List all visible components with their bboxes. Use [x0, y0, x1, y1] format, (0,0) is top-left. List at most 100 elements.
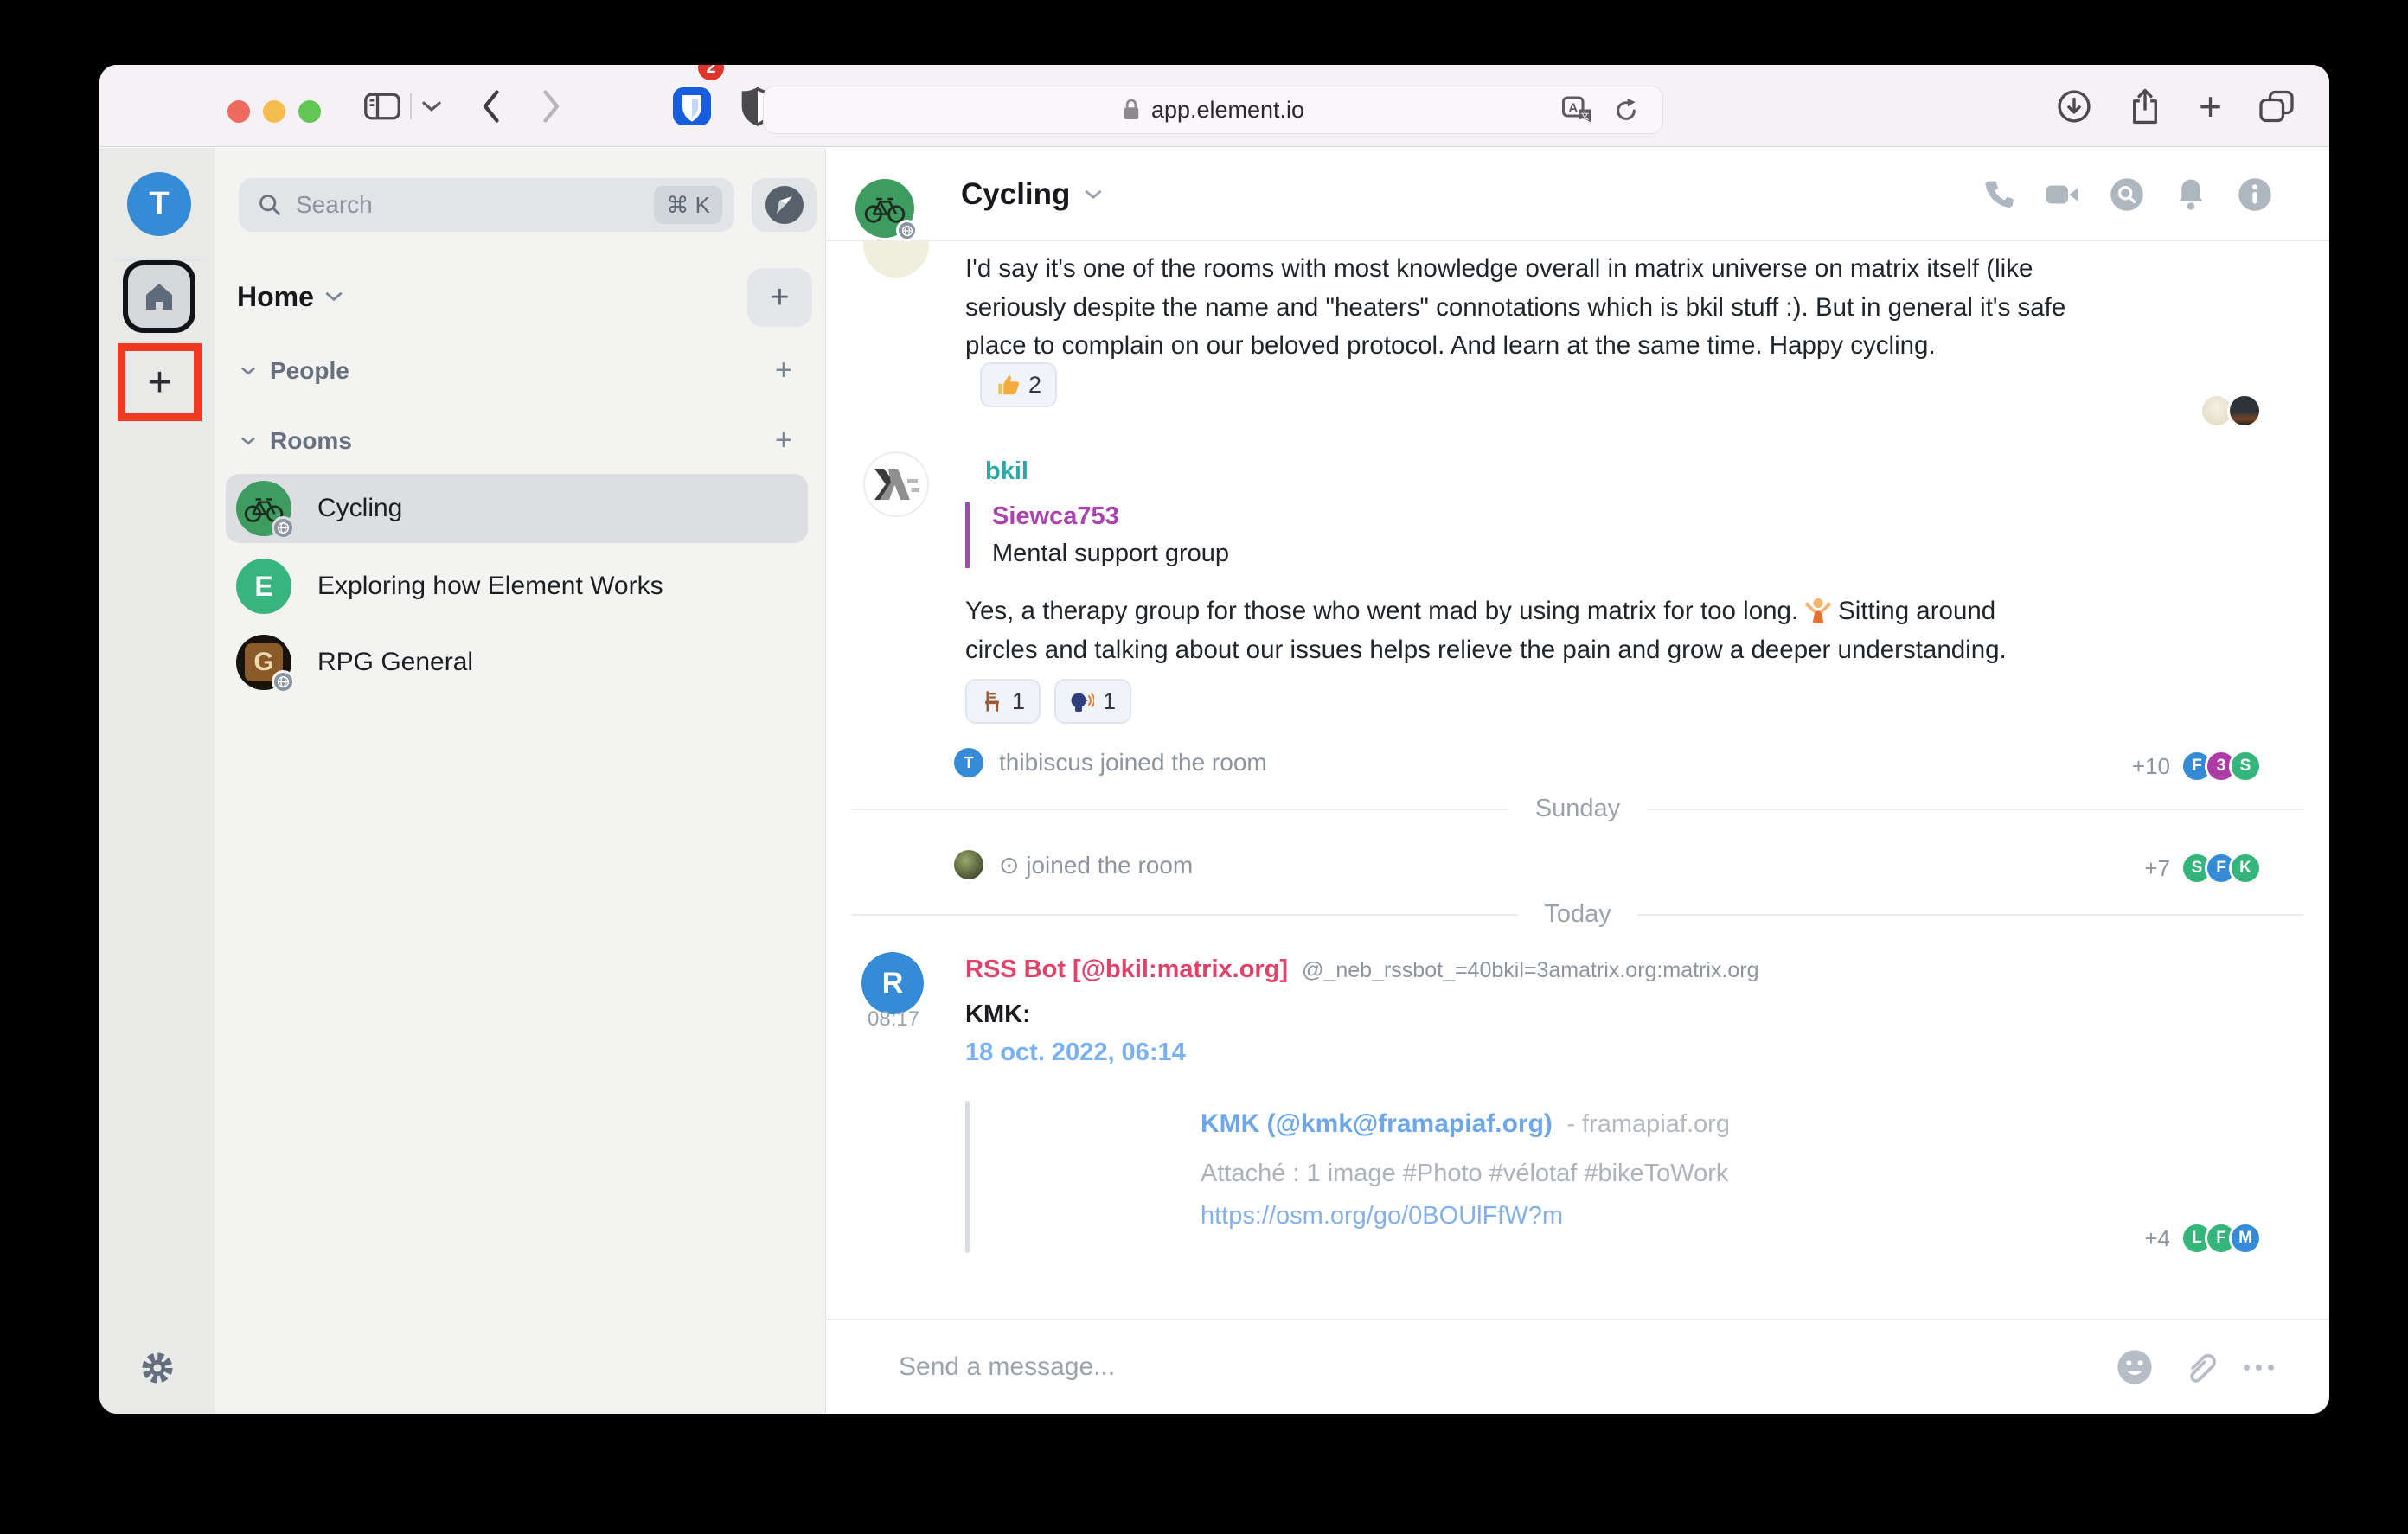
read-receipt-avatar — [2227, 393, 2262, 428]
explore-rooms-button[interactable] — [752, 178, 817, 232]
url-preview-card[interactable]: KMK (@kmk@framapiaf.org) - framapiaf.org… — [965, 1101, 1730, 1253]
chevron-down-icon[interactable] — [324, 291, 343, 303]
chat-panel: Cycling I'd say it's one of the rooms wi… — [826, 148, 2329, 1414]
bitwarden-extension-icon[interactable]: 2 — [670, 65, 714, 147]
room-item-exploring[interactable]: E Exploring how Element Works — [226, 552, 808, 621]
notifications-bell-icon[interactable] — [2172, 176, 2210, 214]
close-window-button[interactable] — [227, 100, 250, 123]
message-sender-avatar[interactable] — [863, 451, 929, 517]
day-divider: Sunday — [852, 795, 2303, 823]
reaction-pill[interactable]: 2 — [980, 362, 1057, 407]
sender-matrix-id: @_neb_rssbot_=40bkil=3amatrix.org:matrix… — [1302, 958, 1758, 983]
room-item-cycling[interactable]: Cycling — [226, 474, 808, 543]
user-avatar[interactable]: T — [127, 172, 191, 236]
extension-badge: 2 — [698, 65, 724, 80]
room-avatar-bicycle — [236, 481, 291, 536]
add-room-header-button[interactable]: + — [747, 268, 812, 327]
search-input[interactable]: Search ⌘ K — [239, 178, 734, 232]
url-bar[interactable]: app.element.io A文 — [763, 86, 1663, 134]
membership-event: ⊙ joined the room — [954, 850, 1193, 879]
message-timeline[interactable]: I'd say it's one of the rooms with most … — [826, 241, 2329, 1319]
room-name: Cycling — [317, 494, 402, 523]
room-name: Exploring how Element Works — [317, 572, 663, 601]
reaction-count: 1 — [1103, 688, 1116, 715]
room-name: RPG General — [317, 648, 473, 677]
preview-url-link[interactable]: https://osm.org/go/0BOUlFfW?m — [1201, 1202, 1730, 1230]
event-avatar[interactable] — [954, 850, 983, 879]
message-sender-avatar[interactable] — [863, 241, 929, 278]
room-search-icon[interactable] — [2108, 176, 2146, 214]
space-name-header[interactable]: Home — [237, 281, 314, 313]
sidebar-chevron-icon[interactable] — [418, 65, 445, 147]
date-link[interactable]: 18 oct. 2022, 06:14 — [965, 1039, 1186, 1067]
room-avatar-letter: E — [236, 559, 291, 614]
lock-icon — [1122, 98, 1141, 122]
message-text: I'd say it's one of the rooms with most … — [965, 250, 2085, 366]
more-options-icon[interactable] — [2244, 1365, 2274, 1371]
chair-emoji — [981, 689, 1003, 713]
read-receipts: +4 L F M — [2144, 1222, 2262, 1255]
public-room-badge — [272, 516, 295, 540]
people-section-header[interactable]: People — [240, 354, 349, 388]
settings-gear-icon[interactable] — [138, 1348, 177, 1392]
read-receipt-avatar: K — [2229, 852, 2262, 885]
event-avatar[interactable]: T — [954, 748, 983, 777]
search-placeholder: Search — [296, 191, 640, 219]
composer-placeholder[interactable]: Send a message... — [899, 1352, 1115, 1382]
home-icon — [143, 280, 176, 313]
read-receipt-avatar: S — [2229, 750, 2262, 783]
preview-image[interactable] — [996, 1108, 1171, 1239]
day-divider: Today — [852, 900, 2303, 929]
new-tab-button[interactable]: + — [2199, 86, 2222, 126]
translate-icon[interactable]: A文 — [1562, 96, 1593, 125]
room-list-panel: Search ⌘ K Home + People + Rooms + — [215, 148, 826, 1414]
room-title[interactable]: Cycling — [961, 177, 1070, 212]
chevron-down-icon — [240, 366, 256, 376]
forward-button[interactable] — [535, 65, 569, 147]
downloads-icon[interactable] — [2057, 89, 2091, 124]
reaction-count: 1 — [1012, 688, 1025, 715]
reload-icon[interactable] — [1612, 97, 1640, 125]
read-receipts: +7 S F K — [2144, 852, 2262, 885]
preview-title-link[interactable]: KMK (@kmk@framapiaf.org) — [1201, 1109, 1553, 1138]
sender-name[interactable]: RSS Bot [@bkil:matrix.org] — [965, 956, 1288, 984]
room-avatar-letter: G — [236, 635, 291, 690]
rooms-section-header[interactable]: Rooms — [240, 424, 352, 458]
room-item-rpg[interactable]: G RPG General — [226, 628, 808, 697]
attachment-icon[interactable] — [2181, 1349, 2216, 1385]
tab-overview-icon[interactable] — [2258, 89, 2295, 124]
chevron-down-icon[interactable] — [1084, 189, 1103, 201]
space-panel: T + — [99, 148, 215, 1414]
public-room-badge — [272, 670, 295, 693]
share-icon[interactable] — [2128, 86, 2162, 126]
video-call-icon[interactable] — [2044, 176, 2082, 214]
chevron-down-icon — [240, 436, 256, 446]
reaction-count: 2 — [1028, 372, 1041, 399]
voice-call-icon[interactable] — [1980, 176, 2018, 214]
sender-name[interactable]: bkil — [985, 457, 1028, 486]
sidebar-toggle-icon[interactable] — [361, 65, 404, 147]
search-shortcut-badge: ⌘ K — [654, 186, 722, 224]
reply-quote[interactable]: Siewca753 Mental support group — [965, 502, 1229, 568]
minimize-window-button[interactable] — [263, 100, 285, 123]
emoji-picker-icon[interactable] — [2116, 1348, 2154, 1386]
back-button[interactable] — [473, 65, 508, 147]
reaction-pill[interactable]: 1 — [1054, 679, 1131, 724]
room-header: Cycling — [826, 148, 2329, 241]
toolbar-separator — [409, 65, 413, 147]
quote-bar — [965, 1101, 970, 1253]
zoom-window-button[interactable] — [298, 100, 321, 123]
message-sender-avatar[interactable]: R — [861, 952, 924, 1014]
add-rooms-button[interactable]: + — [775, 424, 792, 457]
message-timestamp: 08:17 — [868, 1007, 919, 1032]
message-text: Yes, a therapy group for those who went … — [965, 592, 2068, 669]
message-composer[interactable]: Send a message... — [826, 1319, 2329, 1414]
room-header-avatar[interactable] — [855, 179, 914, 238]
svg-text:文: 文 — [1580, 110, 1590, 121]
event-text: thibiscus joined the room — [999, 749, 1267, 777]
home-space-button[interactable] — [123, 260, 195, 333]
room-info-icon[interactable] — [2236, 176, 2274, 214]
read-receipts: +10 F 3 S — [2132, 750, 2262, 783]
add-people-button[interactable]: + — [775, 354, 792, 387]
reaction-pill[interactable]: 1 — [965, 679, 1041, 724]
